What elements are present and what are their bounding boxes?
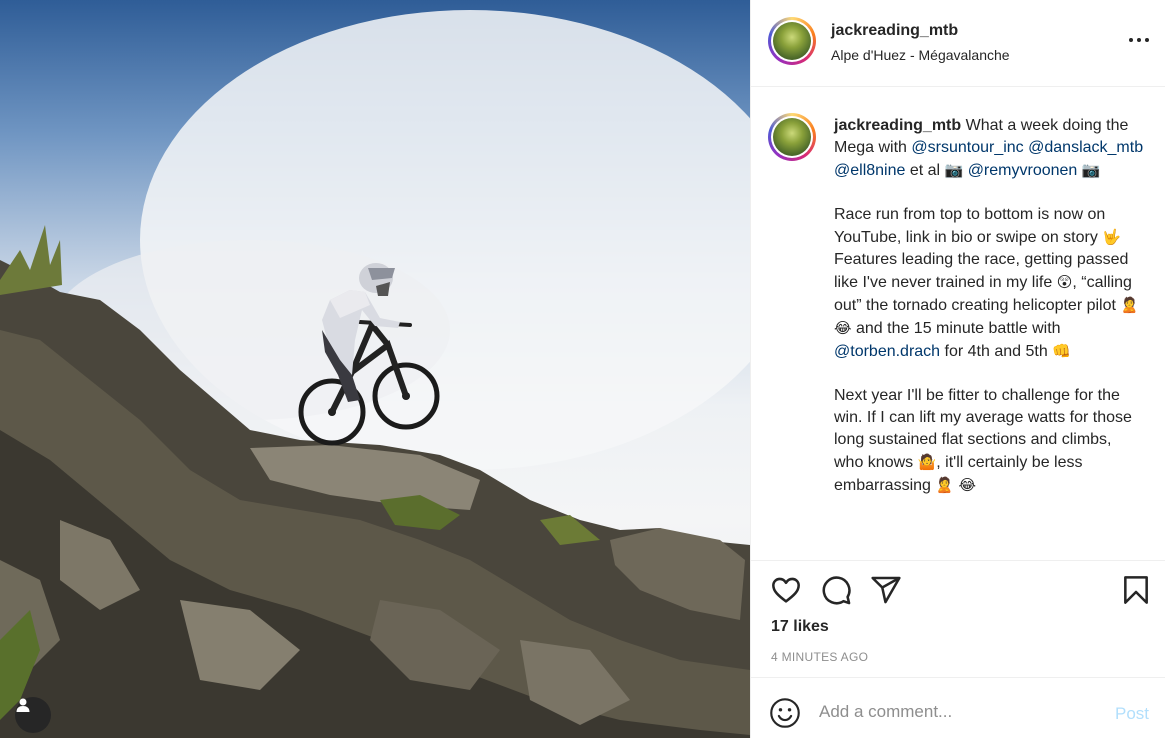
laughing-emoji: 😂 (834, 319, 852, 337)
comment-input[interactable] (819, 698, 1089, 726)
caption-text-part: and the 15 minute battle with (851, 320, 1061, 337)
share-button[interactable] (869, 573, 903, 607)
user-silhouette-icon (16, 698, 30, 712)
mountain-biker-illustration (0, 10, 750, 738)
more-dots-icon (1129, 38, 1133, 42)
post-photo[interactable] (0, 0, 750, 738)
caption-text-part: et al (905, 162, 945, 179)
hand-emoji: 🤟 (1102, 228, 1121, 246)
mention-link[interactable]: @danslack_mtb (1028, 139, 1143, 156)
add-comment-bar: Post (751, 677, 1165, 738)
bookmark-icon (1124, 576, 1148, 604)
action-bar (751, 561, 1165, 621)
post-side-panel: jackreading_mtb Alpe d'Huez - Mégavalanc… (750, 0, 1165, 738)
comment-bubble-icon (822, 576, 851, 605)
like-button[interactable] (769, 573, 803, 607)
camera-emoji: 📷 (944, 161, 964, 179)
caption-author-avatar[interactable] (768, 113, 816, 161)
mention-link[interactable]: @srsuntour_inc (911, 139, 1023, 156)
instagram-post-window: jackreading_mtb Alpe d'Huez - Mégavalanc… (0, 0, 1165, 738)
post-location[interactable]: Alpe d'Huez - Mégavalanche (831, 47, 1010, 63)
author-avatar[interactable] (768, 17, 816, 65)
heart-icon (772, 577, 800, 603)
comment-button[interactable] (819, 573, 853, 607)
emoji-picker-button[interactable] (769, 697, 801, 729)
user-tags-button[interactable] (15, 697, 51, 733)
post-timestamp[interactable]: 4 MINUTES AGO (771, 650, 868, 664)
save-button[interactable] (1119, 573, 1153, 607)
shocked-emoji: 😲 (1056, 273, 1073, 291)
mention-link[interactable]: @remyvroonen (968, 162, 1078, 179)
laughing-emoji: 😂 (958, 476, 977, 494)
fist-emoji: 👊 (1052, 342, 1071, 360)
person-emoji: 🙎 (1120, 296, 1140, 314)
caption-text-part: for 4th and 5th (940, 343, 1053, 360)
mention-link[interactable]: @torben.drach (834, 343, 940, 360)
paper-plane-icon (871, 576, 901, 604)
likes-count[interactable]: 17 likes (771, 618, 829, 636)
camera-emoji: 📷 (1081, 161, 1101, 179)
shrug-emoji: 🤷 (917, 453, 937, 471)
caption-text: jackreading_mtb What a week doing the Me… (834, 115, 1144, 497)
author-username[interactable]: jackreading_mtb (831, 22, 958, 40)
caption-comment: jackreading_mtb What a week doing the Me… (751, 87, 1165, 561)
smiley-icon (770, 698, 800, 728)
caption-username[interactable]: jackreading_mtb (834, 117, 961, 134)
post-comment-button[interactable]: Post (1115, 704, 1149, 724)
person-emoji: 🙎 (935, 476, 955, 494)
post-header: jackreading_mtb Alpe d'Huez - Mégavalanc… (751, 0, 1165, 87)
mention-link[interactable]: @ell8nine (834, 162, 905, 179)
more-options-button[interactable] (1127, 28, 1151, 52)
caption-text-part: Race run from top to bottom is now on Yo… (834, 206, 1106, 246)
